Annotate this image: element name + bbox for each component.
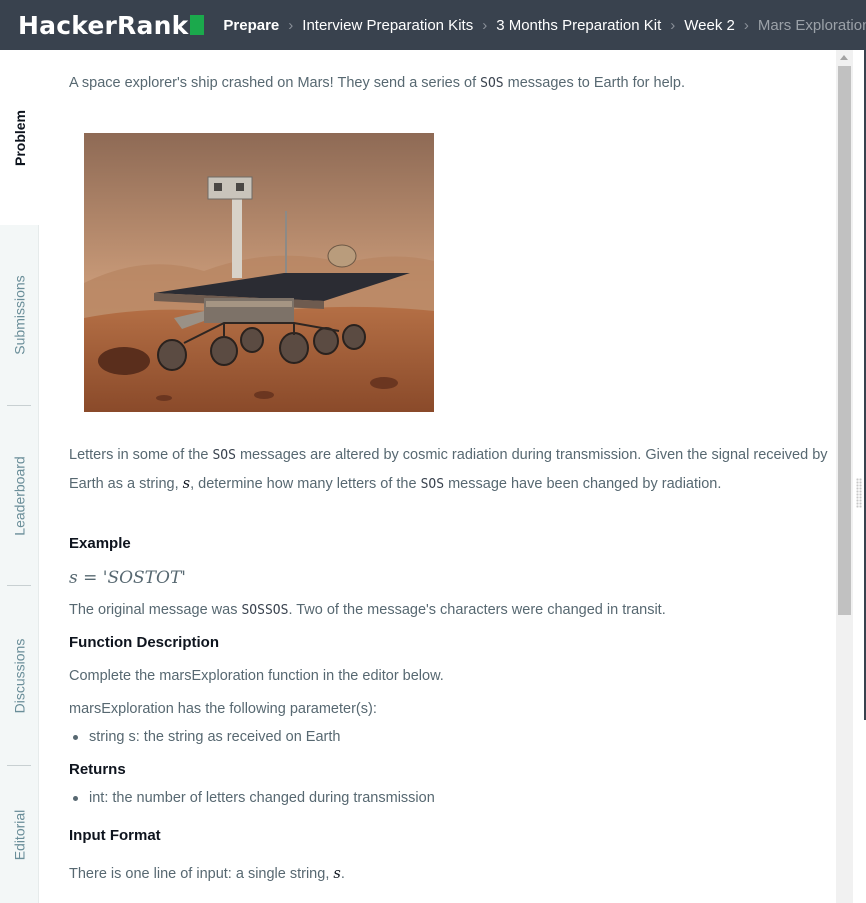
example-heading: Example xyxy=(69,535,131,552)
tab-discussions[interactable]: Discussions xyxy=(0,586,39,766)
breadcrumb: Prepare › Interview Preparation Kits › 3… xyxy=(223,17,866,34)
tab-label: Leaderboard xyxy=(11,456,28,536)
tab-label: Submissions xyxy=(11,275,28,355)
input-format-heading: Input Format xyxy=(69,827,161,844)
breadcrumb-3-months-kit[interactable]: 3 Months Preparation Kit xyxy=(496,17,661,34)
parameters-intro: marsExploration has the following parame… xyxy=(69,701,377,717)
variable-s: s xyxy=(333,866,341,882)
parameters-list: string s: the string as received on Eart… xyxy=(69,723,340,751)
breadcrumb-week-2[interactable]: Week 2 xyxy=(684,17,735,34)
returns-heading: Returns xyxy=(69,761,126,778)
input-format-text: There is one line of input: a single str… xyxy=(69,866,345,882)
tab-problem[interactable]: Problem xyxy=(0,50,40,225)
tab-label: Discussions xyxy=(11,638,28,714)
breadcrumb-current: Mars Exploration xyxy=(757,16,866,34)
description-paragraph: Letters in some of the SOS messages are … xyxy=(69,447,828,492)
example-expression: s = 'SOSTOT' xyxy=(69,568,186,588)
side-tabs: Problem Submissions Leaderboard Discussi… xyxy=(0,50,40,903)
scroll-up-arrow-icon[interactable] xyxy=(840,55,848,60)
tab-leaderboard[interactable]: Leaderboard xyxy=(0,406,39,586)
list-item: string s: the string as received on Eart… xyxy=(69,723,340,751)
breadcrumb-prepare[interactable]: Prepare xyxy=(223,17,279,34)
logo-text: HackerRank xyxy=(18,10,189,40)
logo-mark-icon xyxy=(190,15,205,35)
function-description-heading: Function Description xyxy=(69,634,219,651)
chevron-right-icon: › xyxy=(482,16,488,34)
chevron-right-icon: › xyxy=(743,16,749,34)
tab-submissions[interactable]: Submissions xyxy=(0,225,39,405)
variable-s: s xyxy=(182,476,191,492)
chevron-right-icon: › xyxy=(670,16,676,34)
resize-grip-icon[interactable] xyxy=(856,478,862,508)
hackerrank-logo[interactable]: HackerRank xyxy=(18,10,205,40)
tab-label: Problem xyxy=(12,109,29,166)
original-message-paragraph: The original message was SOSSOS. Two of … xyxy=(69,602,666,618)
top-navbar: HackerRank Prepare › Interview Preparati… xyxy=(0,0,866,50)
breadcrumb-interview-kits[interactable]: Interview Preparation Kits xyxy=(302,17,473,34)
tab-editorial[interactable]: Editorial xyxy=(0,766,39,903)
list-item: int: the number of letters changed durin… xyxy=(69,784,435,812)
scrollbar-thumb[interactable] xyxy=(838,66,851,615)
returns-list: int: the number of letters changed durin… xyxy=(69,784,435,812)
mars-rover-image xyxy=(84,133,434,412)
chevron-right-icon: › xyxy=(288,16,294,34)
function-description-text: Complete the marsExploration function in… xyxy=(69,668,444,684)
tab-label: Editorial xyxy=(11,809,28,860)
code-sos: SOS xyxy=(480,76,504,91)
intro-paragraph: A space explorer's ship crashed on Mars!… xyxy=(69,75,685,91)
